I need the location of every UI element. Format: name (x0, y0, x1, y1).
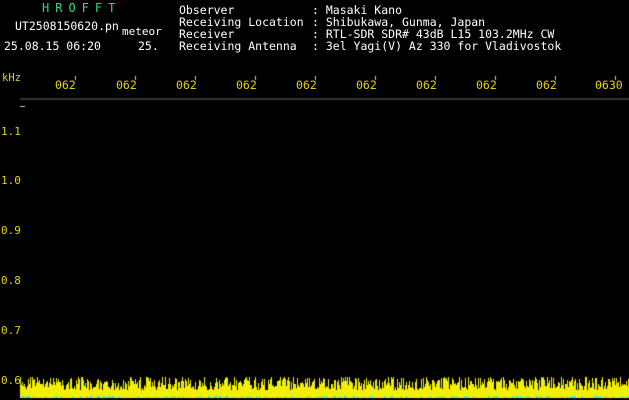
app-title: HROFFT (42, 1, 122, 15)
x-tick-label: 0630 (595, 78, 623, 92)
timestamp: 25.08.15 06:20 (4, 39, 101, 53)
y-tick-label: 0.9 (1, 224, 21, 237)
x-tick-label: 062 (116, 78, 137, 92)
x-tick-label: 062 (55, 78, 76, 92)
file-name: UT2508150620.pn (15, 19, 119, 33)
x-tick-label: 062 (536, 78, 557, 92)
count-value: 25. (138, 39, 159, 53)
meta-value-antenna: : 3el Yagi(V) Az 330 for Vladivostok (312, 39, 562, 53)
meta-label-antenna: Receiving Antenna (179, 39, 297, 53)
x-tick-label: 062 (176, 78, 197, 92)
y-tick-label: 1.1 (1, 125, 21, 138)
y-tick-label: 0.8 (1, 274, 21, 287)
x-tick-label: 062 (236, 78, 257, 92)
spectrogram-canvas[interactable] (0, 76, 629, 400)
x-tick-label: 062 (356, 78, 377, 92)
header-panel: HROFFT UT2508150620.pn meteor 25.08.15 0… (0, 0, 629, 76)
y-tick-label: 1.0 (1, 174, 21, 187)
x-tick-label: 062 (476, 78, 497, 92)
y-axis-unit-label: kHz (2, 72, 21, 84)
y-tick-label: 0.7 (1, 324, 21, 337)
x-tick-label: 062 (296, 78, 317, 92)
x-tick-label: 062 (416, 78, 437, 92)
file-subtitle: meteor (122, 25, 162, 38)
y-tick-label: 0.6 (1, 374, 21, 387)
